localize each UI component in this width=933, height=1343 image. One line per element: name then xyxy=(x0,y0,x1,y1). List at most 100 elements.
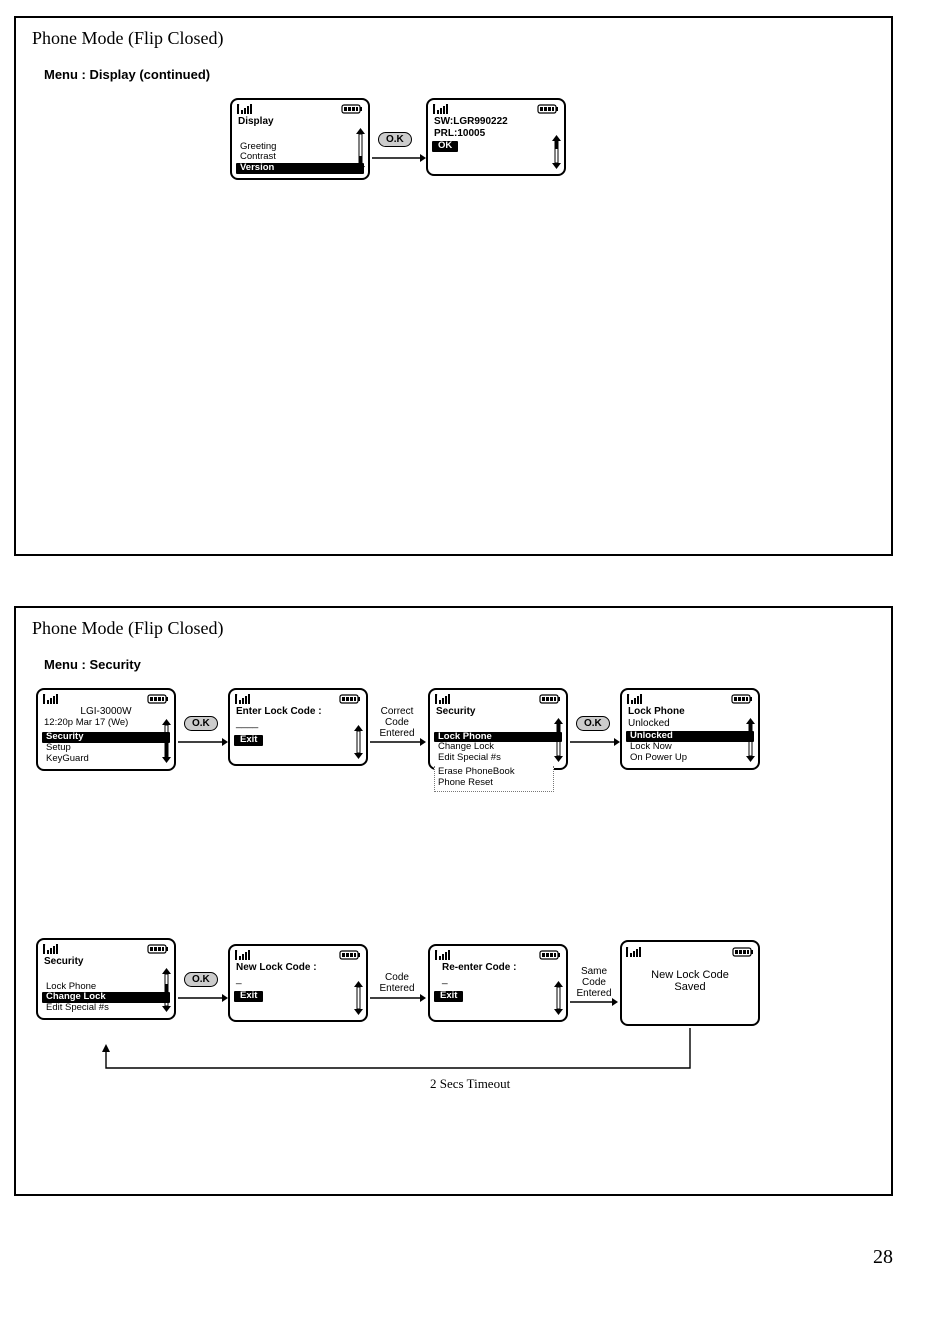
screen-display-menu: Display Greeting Contrast Version xyxy=(230,98,370,180)
menu-item-selected: Version xyxy=(236,163,364,174)
status-bar xyxy=(626,693,754,705)
ok-pill: O.K xyxy=(576,716,610,731)
arrow-label: Correct Code Entered xyxy=(372,706,422,739)
softkey-ok: OK xyxy=(432,141,458,152)
arrow-label: Same Code Entered xyxy=(570,966,618,999)
arrow xyxy=(570,1002,618,1003)
prompt: Enter Lock Code : xyxy=(234,706,362,718)
screen-sub: Unlocked xyxy=(626,718,754,730)
arrow xyxy=(372,158,426,159)
battery-icon xyxy=(732,947,754,957)
battery-icon xyxy=(339,694,361,704)
scrollbar xyxy=(354,725,363,759)
status-bar xyxy=(434,949,562,961)
ok-pill: O.K xyxy=(184,716,218,731)
screen-header: Lock Phone xyxy=(626,706,754,718)
ok-pill: O.K xyxy=(378,132,412,147)
battery-icon xyxy=(341,104,363,114)
code-value: _ xyxy=(434,974,562,986)
status-bar xyxy=(234,693,362,705)
overflow-items: Erase PhoneBook Phone Reset xyxy=(434,766,554,792)
prompt: Re-enter Code : xyxy=(434,962,562,974)
menu-heading: Menu : Security xyxy=(44,657,877,672)
arrow xyxy=(370,742,426,743)
arrow xyxy=(570,742,620,743)
signal-icon xyxy=(435,950,453,960)
signal-icon xyxy=(235,950,253,960)
signal-icon xyxy=(433,104,451,114)
status-bar xyxy=(432,103,560,115)
screen-new-lock: New Lock Code : _ Exit xyxy=(228,944,368,1022)
scrollbar xyxy=(554,981,563,1015)
signal-icon xyxy=(627,694,645,704)
scrollbar xyxy=(356,128,365,172)
menu-item: On Power Up xyxy=(626,753,754,764)
panel-security: Phone Mode (Flip Closed) Menu : Security… xyxy=(14,606,893,1196)
saved-line2: Saved xyxy=(622,981,758,993)
softkey-exit: Exit xyxy=(234,735,263,746)
arrow xyxy=(178,998,228,999)
scrollbar xyxy=(162,719,171,763)
status-bar xyxy=(236,103,364,115)
status-bar xyxy=(42,693,170,705)
code-value: _ xyxy=(234,974,362,986)
screen-reenter-code: Re-enter Code : _ Exit xyxy=(428,944,568,1022)
scrollbar xyxy=(162,968,171,1012)
panel-title: Phone Mode (Flip Closed) xyxy=(32,28,877,49)
menu-item: KeyGuard xyxy=(42,754,170,765)
screen-enter-lock: Enter Lock Code : ____ Exit xyxy=(228,688,368,766)
battery-icon xyxy=(537,104,559,114)
signal-icon xyxy=(626,947,644,957)
home-model: LGI-3000W xyxy=(42,706,170,718)
arrow-label: Code Entered xyxy=(372,972,422,994)
softkey-exit: Exit xyxy=(434,991,463,1002)
status-bar xyxy=(42,943,170,955)
screen-header: Display xyxy=(236,116,364,128)
battery-icon xyxy=(539,950,561,960)
menu-item: Edit Special #s xyxy=(42,1003,170,1014)
scrollbar xyxy=(746,718,755,762)
scrollbar xyxy=(554,718,563,762)
panel-display: Phone Mode (Flip Closed) Menu : Display … xyxy=(14,16,893,556)
battery-icon xyxy=(539,694,561,704)
softkey-exit: Exit xyxy=(234,991,263,1002)
signal-icon xyxy=(235,694,253,704)
timeout-label: 2 Secs Timeout xyxy=(430,1076,510,1092)
screen-saved: New Lock Code Saved xyxy=(620,940,760,1026)
battery-icon xyxy=(731,694,753,704)
screen-home: LGI-3000W 12:20p Mar 17 (We) Security Se… xyxy=(36,688,176,771)
screen-lock-phone: Lock Phone Unlocked Unlocked Lock Now On… xyxy=(620,688,760,770)
status-bar xyxy=(622,946,758,958)
screen-version-info: SW:LGR990222 PRL:10005 OK xyxy=(426,98,566,176)
battery-icon xyxy=(147,694,169,704)
signal-icon xyxy=(43,694,61,704)
screen-header: Security xyxy=(42,956,170,968)
screen-security-menu-2: Security Lock Phone Change Lock Edit Spe… xyxy=(36,938,176,1020)
prompt: New Lock Code : xyxy=(234,962,362,974)
scrollbar xyxy=(354,981,363,1015)
code-value: ____ xyxy=(234,718,362,730)
screen-security-menu: Security Lock Phone Change Lock Edit Spe… xyxy=(428,688,568,770)
ok-pill: O.K xyxy=(184,972,218,987)
arrow xyxy=(178,742,228,743)
page-number: 28 xyxy=(873,1246,893,1269)
battery-icon xyxy=(147,944,169,954)
status-bar xyxy=(234,949,362,961)
signal-icon xyxy=(237,104,255,114)
home-time: 12:20p Mar 17 (We) xyxy=(42,718,170,729)
panel-title: Phone Mode (Flip Closed) xyxy=(32,618,877,639)
saved-line1: New Lock Code xyxy=(622,969,758,981)
signal-icon xyxy=(435,694,453,704)
menu-item: Edit Special #s xyxy=(434,753,562,764)
menu-heading: Menu : Display (continued) xyxy=(44,67,877,82)
signal-icon xyxy=(43,944,61,954)
version-sw: SW:LGR990222 xyxy=(432,116,560,128)
screen-header: Security xyxy=(434,706,562,718)
menu-item: Phone Reset xyxy=(438,778,550,789)
scrollbar xyxy=(552,135,561,169)
return-arrow xyxy=(100,1028,700,1091)
arrow xyxy=(370,998,426,999)
status-bar xyxy=(434,693,562,705)
battery-icon xyxy=(339,950,361,960)
version-prl: PRL:10005 xyxy=(432,128,560,140)
